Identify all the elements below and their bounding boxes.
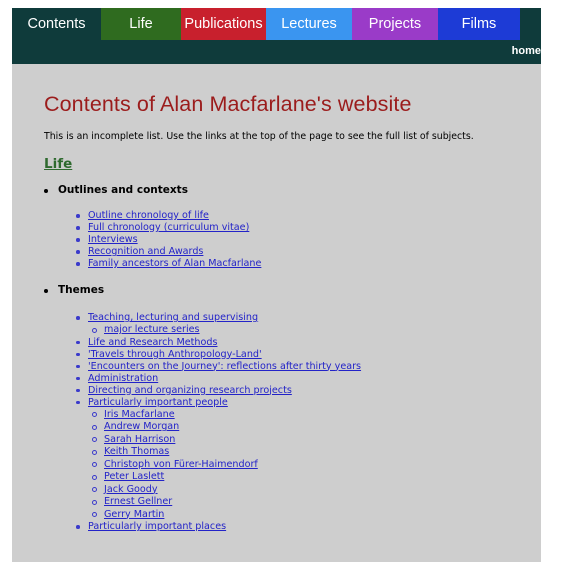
list-item: Teaching, lecturing and supervising (74, 312, 541, 324)
link-person-7[interactable]: Ernest Gellner (104, 496, 172, 507)
sub-navigation-bar: home (12, 40, 541, 64)
link-person-6[interactable]: Jack Goody (104, 484, 158, 495)
theme-items: Life and Research Methods 'Travels throug… (74, 337, 541, 397)
teaching-subitems: major lecture series (74, 324, 541, 337)
list-item: Interviews (74, 234, 541, 246)
link-theme-item-3[interactable]: Administration (88, 373, 158, 384)
page-frame: Contents Life Publications Lectures Proj… (12, 8, 541, 562)
section-life-link[interactable]: Life (44, 156, 541, 172)
link-person-1[interactable]: Andrew Morgan (104, 421, 179, 432)
list-item: Recognition and Awards (74, 246, 541, 258)
tab-contents[interactable]: Contents (12, 8, 101, 40)
group-themes: Themes Teaching, lecturing and supervisi… (44, 284, 541, 533)
sub-list-item: Keith Thomas (90, 446, 541, 459)
group-heading-outlines: Outlines and contexts (44, 184, 541, 196)
sub-list-item: Sarah Harrison (90, 434, 541, 447)
sub-list-item: major lecture series (90, 324, 541, 337)
page-title: Contents of Alan Macfarlane's website (44, 92, 412, 116)
tab-projects[interactable]: Projects (352, 8, 438, 40)
tab-films[interactable]: Films (438, 8, 520, 40)
link-theme-item-2[interactable]: 'Encounters on the Journey': reflections… (88, 361, 361, 372)
link-particularly-important-people[interactable]: Particularly important people (88, 397, 228, 408)
tab-life[interactable]: Life (101, 8, 181, 40)
link-person-2[interactable]: Sarah Harrison (104, 434, 175, 445)
sub-list-item: Jack Goody (90, 484, 541, 497)
link-theme-item-4[interactable]: Directing and organizing research projec… (88, 385, 292, 396)
link-outline-item-4[interactable]: Family ancestors of Alan Macfarlane (88, 258, 261, 269)
link-person-0[interactable]: Iris Macfarlane (104, 409, 175, 420)
link-person-3[interactable]: Keith Thomas (104, 446, 169, 457)
sub-list-item: Gerry Martin (90, 509, 541, 522)
outlines-list: Outline chronology of life Full chronolog… (44, 210, 541, 270)
link-theme-item-1[interactable]: 'Travels through Anthropology-Land' (88, 349, 262, 360)
top-navigation: Contents Life Publications Lectures Proj… (12, 8, 541, 40)
link-outline-item-3[interactable]: Recognition and Awards (88, 246, 203, 257)
sub-list-item: Peter Laslett (90, 471, 541, 484)
link-person-5[interactable]: Peter Laslett (104, 471, 164, 482)
list-item: Full chronology (curriculum vitae) (74, 222, 541, 234)
group-heading-themes: Themes (44, 284, 541, 296)
link-outline-item-1[interactable]: Full chronology (curriculum vitae) (88, 222, 249, 233)
link-theme-item-0[interactable]: Life and Research Methods (88, 337, 217, 348)
group-outlines: Outlines and contexts Outline chronology… (44, 184, 541, 270)
sub-list-item: Ernest Gellner (90, 496, 541, 509)
list-item: Outline chronology of life (74, 210, 541, 222)
intro-text: This is an incomplete list. Use the link… (44, 131, 474, 142)
list-item: Particularly important places (74, 521, 541, 533)
link-particularly-important-places[interactable]: Particularly important places (88, 521, 226, 532)
sub-list-item: Iris Macfarlane (90, 409, 541, 422)
list-item: Particularly important people (74, 397, 541, 409)
sub-list-item: Christoph von Fürer-Haimendorf (90, 459, 541, 472)
list-item: Family ancestors of Alan Macfarlane (74, 258, 541, 270)
link-major-lecture-series[interactable]: major lecture series (104, 324, 200, 335)
sub-list-item: Andrew Morgan (90, 421, 541, 434)
list-item: 'Travels through Anthropology-Land' (74, 349, 541, 361)
link-teaching[interactable]: Teaching, lecturing and supervising (88, 312, 258, 323)
list-item: Life and Research Methods (74, 337, 541, 349)
link-person-8[interactable]: Gerry Martin (104, 509, 164, 520)
people-subitems: Iris Macfarlane Andrew Morgan Sarah Harris… (74, 409, 541, 522)
themes-list: Teaching, lecturing and supervising majo… (44, 312, 541, 533)
tab-publications[interactable]: Publications (181, 8, 266, 40)
link-person-4[interactable]: Christoph von Fürer-Haimendorf (104, 459, 258, 470)
list-item: 'Encounters on the Journey': reflections… (74, 361, 541, 373)
link-outline-item-0[interactable]: Outline chronology of life (88, 210, 209, 221)
list-item: Administration (74, 373, 541, 385)
tab-lectures[interactable]: Lectures (266, 8, 352, 40)
nav-filler (520, 8, 541, 40)
main-content: Contents of Alan Macfarlane's website Th… (12, 64, 541, 533)
home-link[interactable]: home (512, 45, 541, 57)
link-outline-item-2[interactable]: Interviews (88, 234, 138, 245)
list-item: Directing and organizing research projec… (74, 385, 541, 397)
